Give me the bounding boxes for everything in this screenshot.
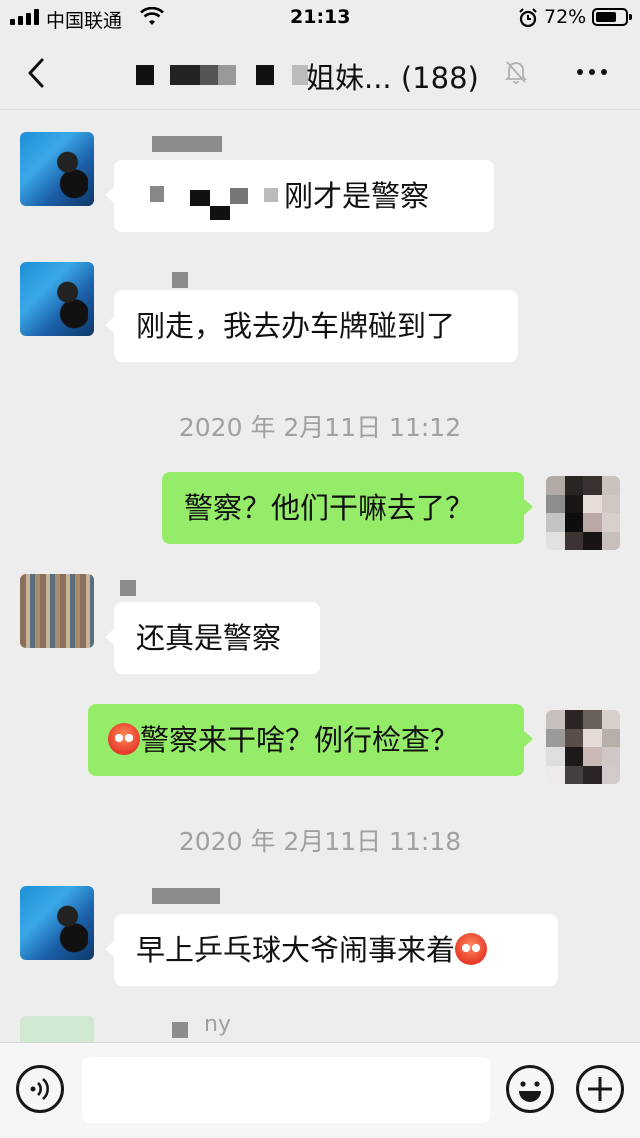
alarm-icon [519, 8, 537, 28]
message-text: 警察来干啥？例行检查？ [140, 723, 460, 757]
self-avatar[interactable] [546, 476, 620, 550]
voice-icon[interactable] [16, 1065, 64, 1113]
message-bubble[interactable]: 警察？他们干嘛去了？ [162, 472, 533, 544]
timestamp: 2020 年 2月11日 11:18 [178, 827, 462, 856]
more-icon[interactable] [572, 56, 612, 86]
message-bubble[interactable]: 还真是警察 [105, 602, 320, 674]
message-text: 刚走，我去办车牌碰到了 [136, 309, 456, 343]
sender-name-redacted [152, 136, 222, 152]
battery-percent: 72% [544, 6, 587, 28]
message-input[interactable] [82, 1057, 490, 1123]
message-bubble[interactable]: 刚走，我去办车牌碰到了 [105, 290, 518, 362]
message-text: 还真是警察 [136, 621, 282, 655]
message-text: 刚才是警察 [284, 179, 430, 213]
emoji-icon[interactable] [506, 1065, 554, 1113]
status-time: 21:13 [290, 6, 351, 28]
flushed-face-emoji-icon [455, 933, 488, 965]
sender-name-redacted [152, 888, 220, 904]
sender-avatar[interactable] [20, 262, 94, 336]
sender-avatar[interactable] [20, 886, 94, 960]
status-bar: 中国联通 21:13 72% [0, 0, 640, 36]
message-text: 警察？他们干嘛去了？ [184, 491, 475, 525]
chat-title[interactable]: 姐妹... (188) [306, 55, 479, 97]
input-bar [0, 1042, 640, 1138]
message-text: 早上乒乓球大爷闹事来着 [136, 933, 456, 967]
redacted-text-block [136, 178, 284, 220]
sender-avatar[interactable] [20, 132, 94, 206]
sender-avatar[interactable] [20, 574, 94, 648]
partial-sender-name: ny [204, 1012, 231, 1037]
message-bubble[interactable]: 早上乒乓球大爷闹事来着 [105, 914, 558, 986]
back-icon[interactable] [22, 56, 52, 90]
flushed-face-emoji-icon [108, 723, 140, 755]
sender-name-redacted [172, 272, 188, 288]
sender-name-redacted [120, 580, 136, 596]
self-avatar[interactable] [546, 710, 620, 784]
chat-header: 姐妹... (188) [0, 36, 640, 110]
wifi-icon [140, 7, 164, 25]
carrier-label: 中国联通 [46, 10, 123, 32]
battery-icon [592, 8, 632, 26]
sender-avatar[interactable] [20, 1016, 94, 1042]
mute-bell-icon [504, 61, 528, 84]
message-bubble[interactable]: 刚才是警察 [105, 160, 494, 232]
message-bubble[interactable]: 警察来干啥？例行检查？ [88, 704, 533, 776]
sender-name-redacted [172, 1022, 188, 1038]
plus-icon[interactable] [576, 1065, 624, 1113]
timestamp: 2020 年 2月11日 11:12 [178, 413, 462, 442]
